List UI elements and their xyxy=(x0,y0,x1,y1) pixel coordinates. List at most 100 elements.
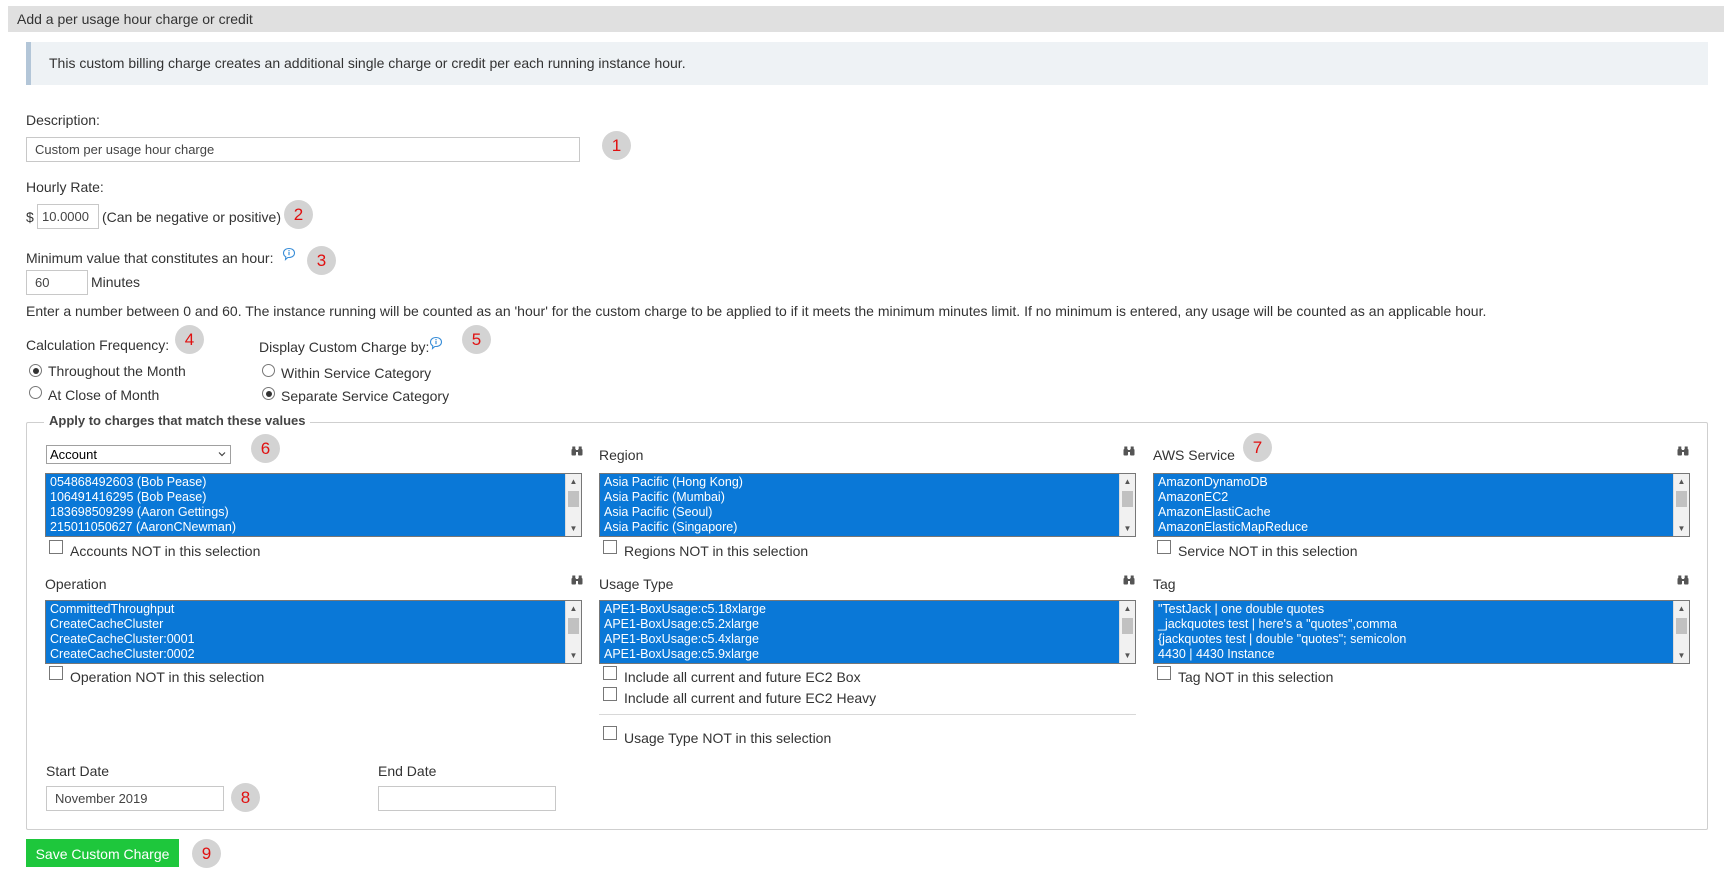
tag-not-label: Tag NOT in this selection xyxy=(1178,669,1334,685)
operation-scrollbar[interactable]: ▲ ▼ xyxy=(565,601,581,663)
marker-7: 7 xyxy=(1243,433,1272,462)
radio-throughout-month[interactable] xyxy=(29,364,42,377)
region-option[interactable]: Asia Pacific (Hong Kong) xyxy=(600,475,1119,490)
operation-option[interactable]: CommittedThroughput xyxy=(46,602,565,617)
display-by-label: Display Custom Charge by: xyxy=(259,339,430,355)
radio-close-of-month[interactable] xyxy=(29,386,42,399)
binoculars-icon[interactable] xyxy=(1123,446,1135,456)
service-option[interactable]: AmazonDynamoDB xyxy=(1154,475,1673,490)
account-option[interactable]: 215011050627 (AaronCNewman) xyxy=(46,520,565,535)
tag-listbox[interactable]: "TestJack | one double quotes _jackquote… xyxy=(1153,600,1690,664)
usage-type-option[interactable]: APE1-BoxUsage:c5.4xlarge xyxy=(600,632,1119,647)
scroll-thumb[interactable] xyxy=(1122,491,1133,507)
operation-option[interactable]: CreateCacheCluster:0002 xyxy=(46,647,565,662)
scroll-up-icon[interactable]: ▲ xyxy=(1674,601,1689,616)
usage-type-option[interactable]: APE1-BoxUsage:c5.18xlarge xyxy=(600,602,1119,617)
accounts-not-checkbox[interactable] xyxy=(49,540,63,554)
usage-type-not-checkbox[interactable] xyxy=(603,726,617,740)
scroll-down-icon[interactable]: ▼ xyxy=(1120,521,1135,536)
description-input[interactable] xyxy=(26,137,580,162)
scroll-up-icon[interactable]: ▲ xyxy=(1120,474,1135,489)
radio-within-service-category[interactable] xyxy=(262,364,275,377)
tag-not-checkbox[interactable] xyxy=(1157,666,1171,680)
service-scrollbar[interactable]: ▲ ▼ xyxy=(1673,474,1689,536)
scroll-down-icon[interactable]: ▼ xyxy=(566,521,581,536)
operation-option[interactable]: CreateCacheCluster xyxy=(46,617,565,632)
aws-service-listbox[interactable]: AmazonDynamoDB AmazonEC2 AmazonElastiCac… xyxy=(1153,473,1690,537)
description-label: Description: xyxy=(26,112,100,128)
minimum-label: Minimum value that constitutes an hour: xyxy=(26,250,274,266)
scroll-thumb[interactable] xyxy=(568,491,579,507)
scroll-down-icon[interactable]: ▼ xyxy=(1120,648,1135,663)
usage-type-listbox[interactable]: APE1-BoxUsage:c5.18xlarge APE1-BoxUsage:… xyxy=(599,600,1136,664)
region-scrollbar[interactable]: ▲ ▼ xyxy=(1119,474,1135,536)
currency-symbol: $ xyxy=(26,209,34,225)
account-listbox[interactable]: 054868492603 (Bob Pease) 106491416295 (B… xyxy=(45,473,582,537)
tag-option[interactable]: _jackquotes test | here's a "quotes",com… xyxy=(1154,617,1673,632)
usage-type-label: Usage Type xyxy=(599,576,674,592)
region-option[interactable]: Asia Pacific (Mumbai) xyxy=(600,490,1119,505)
scroll-thumb[interactable] xyxy=(1122,618,1133,634)
region-label: Region xyxy=(599,447,644,463)
binoculars-icon[interactable] xyxy=(1677,446,1689,456)
scroll-up-icon[interactable]: ▲ xyxy=(566,474,581,489)
service-option[interactable]: AmazonElastiCache xyxy=(1154,505,1673,520)
service-option[interactable]: AmazonEC2 xyxy=(1154,490,1673,505)
operation-option[interactable]: CreateCacheCluster:0001 xyxy=(46,632,565,647)
include-ec2-heavy-checkbox[interactable] xyxy=(603,687,617,701)
tag-option[interactable]: {jackquotes test | double "quotes"; semi… xyxy=(1154,632,1673,647)
marker-2: 2 xyxy=(284,200,313,229)
accounts-not-label: Accounts NOT in this selection xyxy=(70,543,261,559)
scroll-up-icon[interactable]: ▲ xyxy=(566,601,581,616)
binoculars-icon[interactable] xyxy=(1677,575,1689,585)
info-alert: This custom billing charge creates an ad… xyxy=(26,42,1708,85)
scroll-up-icon[interactable]: ▲ xyxy=(1120,601,1135,616)
account-option[interactable]: 183698509299 (Aaron Gettings) xyxy=(46,505,565,520)
tag-option[interactable]: 4430 | 4430 Instance xyxy=(1154,647,1673,662)
calc-frequency-label: Calculation Frequency: xyxy=(26,337,170,353)
hourly-rate-hint: (Can be negative or positive) xyxy=(102,209,281,225)
operation-not-checkbox[interactable] xyxy=(49,666,63,680)
scroll-down-icon[interactable]: ▼ xyxy=(1674,648,1689,663)
region-option[interactable]: Asia Pacific (Singapore) xyxy=(600,520,1119,535)
regions-not-checkbox[interactable] xyxy=(603,540,617,554)
help-icon[interactable] xyxy=(282,247,296,261)
scroll-thumb[interactable] xyxy=(1676,618,1687,634)
radio-separate-service-category[interactable] xyxy=(262,387,275,400)
tag-option[interactable]: "TestJack | one double quotes xyxy=(1154,602,1673,617)
scroll-up-icon[interactable]: ▲ xyxy=(1674,474,1689,489)
binoculars-icon[interactable] xyxy=(571,575,583,585)
scroll-thumb[interactable] xyxy=(568,618,579,634)
usage-type-option[interactable]: APE1-BoxUsage:c5.9xlarge xyxy=(600,647,1119,662)
aws-service-label: AWS Service xyxy=(1153,447,1235,463)
binoculars-icon[interactable] xyxy=(1123,575,1135,585)
account-option[interactable]: 054868492603 (Bob Pease) xyxy=(46,475,565,490)
service-option[interactable]: AmazonElasticMapReduce xyxy=(1154,520,1673,535)
minimum-help-text: Enter a number between 0 and 60. The ins… xyxy=(26,303,1487,319)
minimum-minutes-input[interactable] xyxy=(26,270,88,295)
end-date-input[interactable] xyxy=(378,786,556,811)
account-select-value: Account xyxy=(50,447,97,462)
account-scrollbar[interactable]: ▲ ▼ xyxy=(565,474,581,536)
binoculars-icon[interactable] xyxy=(571,446,583,456)
usage-type-scrollbar[interactable]: ▲ ▼ xyxy=(1119,601,1135,663)
include-ec2-box-checkbox[interactable] xyxy=(603,666,617,680)
marker-9: 9 xyxy=(192,839,221,868)
scroll-down-icon[interactable]: ▼ xyxy=(1674,521,1689,536)
region-option[interactable]: Asia Pacific (Seoul) xyxy=(600,505,1119,520)
tag-scrollbar[interactable]: ▲ ▼ xyxy=(1673,601,1689,663)
radio-throughout-month-label: Throughout the Month xyxy=(48,363,186,379)
operation-listbox[interactable]: CommittedThroughput CreateCacheCluster C… xyxy=(45,600,582,664)
account-option[interactable]: 106491416295 (Bob Pease) xyxy=(46,490,565,505)
start-date-input[interactable] xyxy=(46,786,224,811)
help-icon[interactable] xyxy=(429,336,443,350)
hourly-rate-input[interactable] xyxy=(37,204,99,229)
region-listbox[interactable]: Asia Pacific (Hong Kong) Asia Pacific (M… xyxy=(599,473,1136,537)
service-not-checkbox[interactable] xyxy=(1157,540,1171,554)
usage-type-option[interactable]: APE1-BoxUsage:c5.2xlarge xyxy=(600,617,1119,632)
save-custom-charge-button[interactable]: Save Custom Charge xyxy=(26,839,179,867)
scroll-down-icon[interactable]: ▼ xyxy=(566,648,581,663)
scroll-thumb[interactable] xyxy=(1676,491,1687,507)
usage-type-not-label: Usage Type NOT in this selection xyxy=(624,730,832,746)
account-dimension-select[interactable]: Account xyxy=(46,445,231,464)
